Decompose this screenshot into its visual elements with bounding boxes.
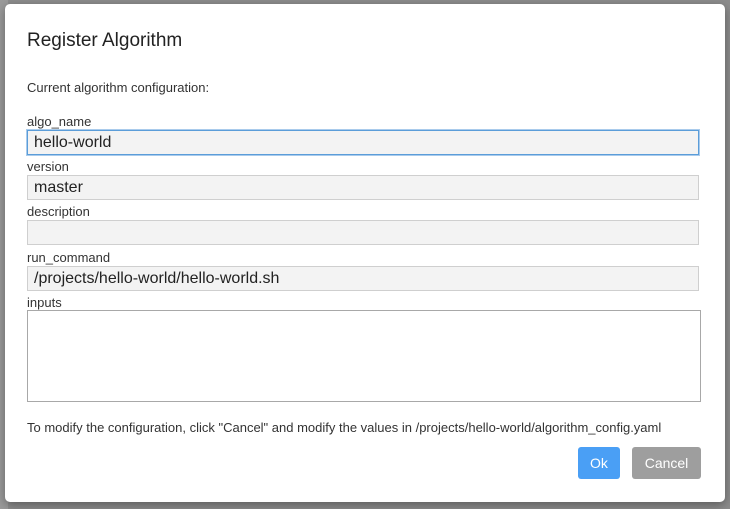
cancel-button[interactable]: Cancel <box>632 447 701 479</box>
dialog-title: Register Algorithm <box>27 30 183 51</box>
register-algorithm-dialog: Register Algorithm Current algorithm con… <box>5 4 725 502</box>
run-command-field[interactable] <box>27 266 699 291</box>
ok-button[interactable]: Ok <box>578 447 620 479</box>
inputs-label: inputs <box>27 295 62 310</box>
algo-name-label: algo_name <box>27 114 92 129</box>
run-command-label: run_command <box>27 250 111 265</box>
description-label: description <box>27 204 90 219</box>
config-intro-text: Current algorithm configuration: <box>27 80 210 95</box>
algo-name-field[interactable] <box>27 130 699 155</box>
version-label: version <box>27 159 69 174</box>
inputs-textarea[interactable] <box>27 310 701 402</box>
modify-config-note: To modify the configuration, click "Canc… <box>27 420 662 435</box>
description-field[interactable] <box>27 220 699 245</box>
version-field[interactable] <box>27 175 699 200</box>
